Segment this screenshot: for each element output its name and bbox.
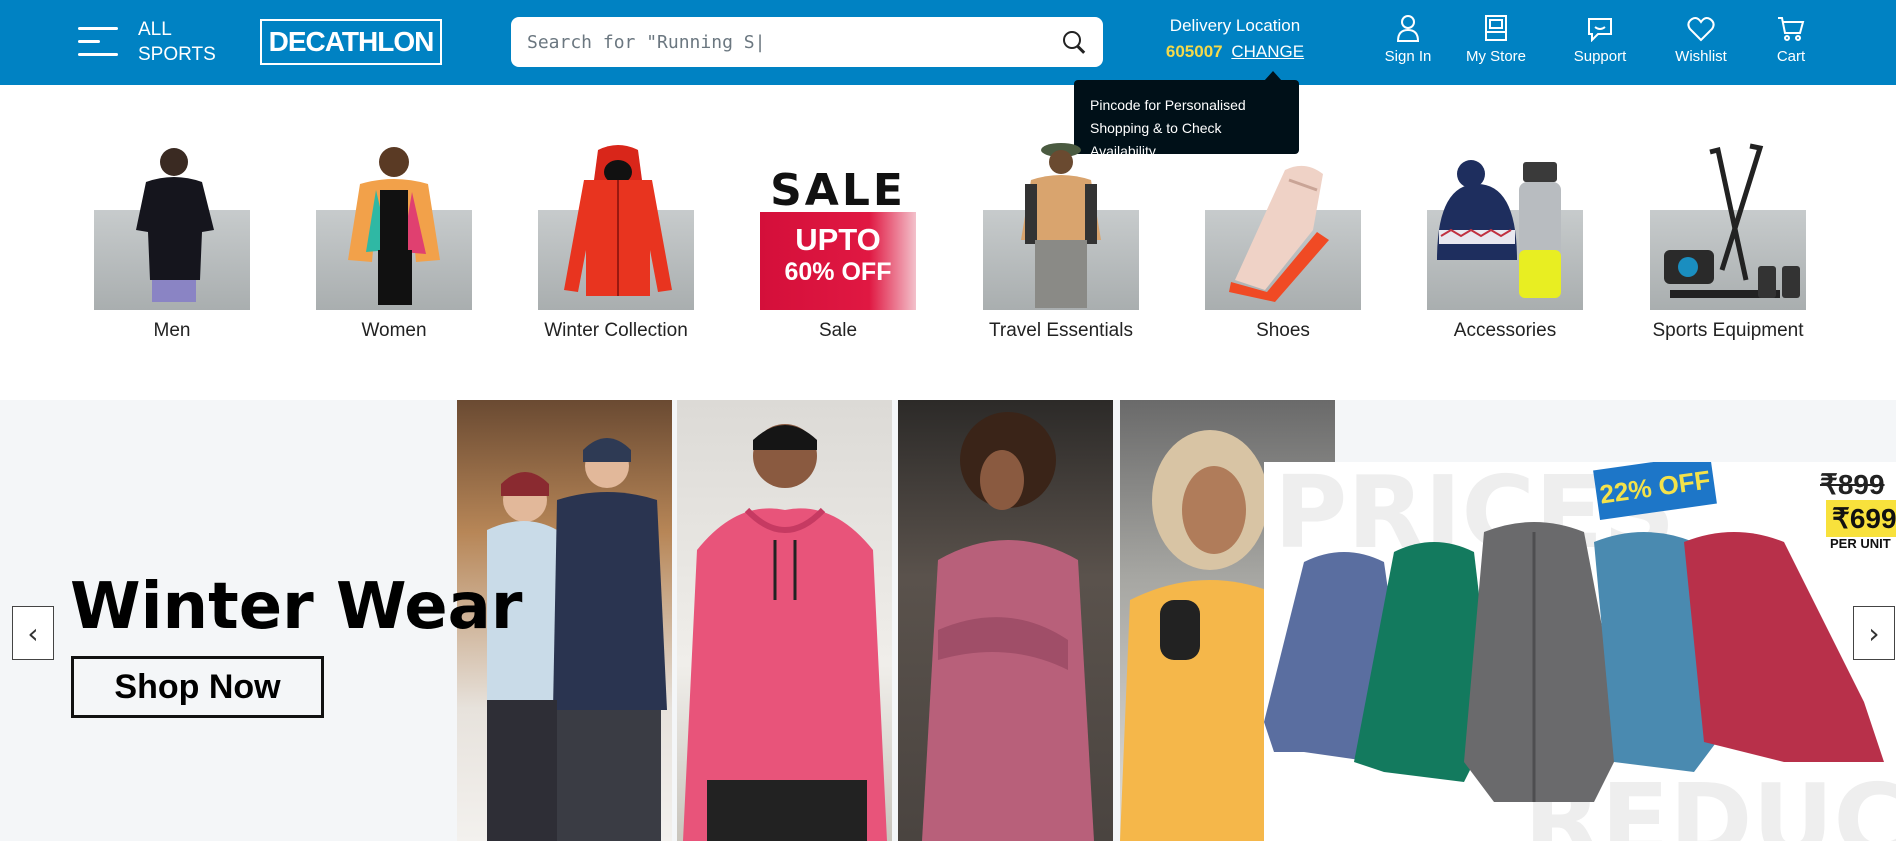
nav-wishlist[interactable]: Wishlist <box>1670 12 1732 65</box>
category-men[interactable]: Men <box>92 140 252 342</box>
category-sports-equipment-label: Sports Equipment <box>1652 320 1804 341</box>
nav-my-store[interactable]: My Store <box>1464 12 1528 65</box>
search-icon[interactable] <box>1061 29 1087 55</box>
support-icon <box>1588 18 1612 42</box>
all-sports-label-line2: SPORTS <box>138 44 216 65</box>
category-winter-collection-label: Winter Collection <box>544 320 688 341</box>
site-header: ALL SPORTS DECATHLON Delivery Location 6… <box>0 0 1896 85</box>
category-sports-equipment[interactable]: Sports Equipment <box>1648 140 1808 342</box>
price-old: ₹899 <box>1820 469 1885 500</box>
change-pincode-link[interactable]: CHANGE <box>1231 42 1304 61</box>
delivery-location-title: Delivery Location <box>1169 16 1301 35</box>
decathlon-logo[interactable]: DECATHLON <box>260 19 442 65</box>
category-sale-label: Sale <box>818 320 858 341</box>
hamburger-menu-icon[interactable] <box>78 27 118 57</box>
category-accessories[interactable]: Accessories <box>1425 140 1585 342</box>
category-sports-equipment-image <box>1650 140 1806 310</box>
user-icon <box>1396 15 1420 42</box>
category-winter-collection-image <box>538 140 694 310</box>
sale-upto: UPTO <box>795 222 881 257</box>
cart-icon <box>1778 17 1805 41</box>
banner-title: Winter Wear <box>70 570 523 644</box>
nav-cart-label: Cart <box>1776 48 1806 65</box>
per-unit-label: PER UNIT <box>1830 536 1891 551</box>
chevron-right-icon: › <box>1868 616 1880 650</box>
search-input[interactable] <box>527 31 1061 53</box>
hero-banner[interactable]: PRICES REDUCED 22% OFF ₹899 ₹699 PER UNI… <box>0 400 1896 841</box>
nav-sign-in-label: Sign In <box>1384 48 1432 65</box>
category-sale[interactable]: SALE UPTO 60% OFF Sale <box>758 140 918 342</box>
promo-jackets: PRICES REDUCED 22% OFF ₹899 ₹699 PER UNI… <box>1264 462 1896 841</box>
category-sale-image: SALE UPTO 60% OFF <box>760 140 916 310</box>
category-women-image <box>316 140 472 310</box>
sale-word: SALE <box>770 165 906 216</box>
pincode-value: 605007 <box>1165 42 1223 61</box>
price-new: ₹699 <box>1826 500 1896 537</box>
nav-sign-in[interactable]: Sign In <box>1373 12 1443 65</box>
tooltip-line1: Pincode for Personalised <box>1090 97 1246 113</box>
jackets-illustration <box>1264 522 1884 802</box>
nav-my-store-label: My Store <box>1465 48 1526 65</box>
category-travel-essentials[interactable]: Travel Essentials <box>981 140 1141 342</box>
all-sports-label-line1: ALL <box>138 19 172 40</box>
category-strip: Men Women Winter Collection SALE UPTO 60… <box>0 140 1896 350</box>
banner-photo-woman-pink <box>898 400 1113 841</box>
heart-icon <box>1687 17 1715 42</box>
category-travel-essentials-image <box>983 140 1139 310</box>
nav-cart[interactable]: Cart <box>1770 12 1812 65</box>
category-men-image <box>94 140 250 310</box>
category-accessories-label: Accessories <box>1453 320 1557 341</box>
carousel-next-button[interactable]: › <box>1853 606 1895 660</box>
category-men-label: Men <box>153 320 191 341</box>
category-travel-essentials-label: Travel Essentials <box>989 320 1133 341</box>
shop-now-button[interactable]: Shop Now <box>71 656 324 718</box>
category-women[interactable]: Women <box>314 140 474 342</box>
nav-support[interactable]: Support <box>1565 12 1635 65</box>
chevron-left-icon: ‹ <box>27 616 39 650</box>
category-winter-collection[interactable]: Winter Collection <box>536 140 696 342</box>
banner-photo-hoodie <box>677 400 892 841</box>
search-bar[interactable] <box>511 17 1103 67</box>
delivery-location: Delivery Location 605007 CHANGE <box>1160 14 1310 66</box>
category-accessories-image <box>1427 140 1583 310</box>
category-women-label: Women <box>361 320 427 341</box>
sale-off: 60% OFF <box>784 258 892 286</box>
all-sports-menu[interactable]: ALL SPORTS <box>78 18 216 66</box>
store-icon <box>1485 15 1507 41</box>
nav-support-label: Support <box>1573 48 1627 65</box>
category-shoes-image <box>1205 140 1361 310</box>
nav-wishlist-label: Wishlist <box>1675 48 1727 65</box>
category-shoes-label: Shoes <box>1256 320 1310 341</box>
all-sports-label[interactable]: ALL SPORTS <box>138 17 216 67</box>
category-shoes[interactable]: Shoes <box>1203 140 1363 342</box>
carousel-prev-button[interactable]: ‹ <box>12 606 54 660</box>
